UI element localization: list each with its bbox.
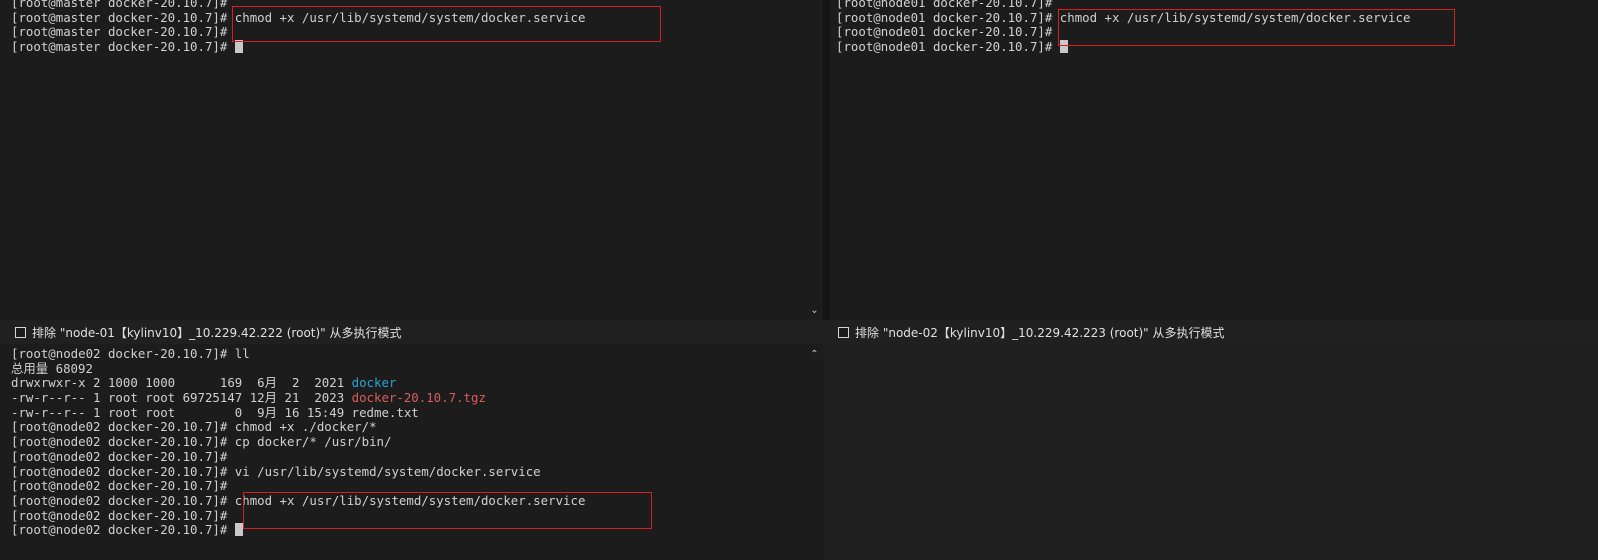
line-text: [root@node02 docker-20.10.7]# cp docker/… — [11, 434, 392, 450]
terminal-line: [root@master docker-20.10.7]# — [11, 39, 585, 55]
terminal-pane-node01[interactable]: [root@node01 docker-20.10.7]# [root@node0… — [830, 0, 1598, 320]
text-cursor — [234, 523, 243, 537]
line-text: -rw-r--r-- 1 root root 69725147 12月 21 2… — [11, 390, 352, 406]
multi-terminal-window: [root@master docker-20.10.7]# [root@maste… — [0, 0, 1598, 560]
line-text: 总用量 68092 — [11, 360, 93, 376]
terminal-line: [root@node02 docker-20.10.7]# ll — [11, 346, 585, 362]
line-text: [root@node02 docker-20.10.7]# chmod +x .… — [11, 419, 377, 435]
line-text: [root@node01 docker-20.10.7]# — [836, 0, 1053, 10]
directory-name: docker — [351, 375, 397, 391]
line-text: [root@node02 docker-20.10.7]# — [11, 522, 235, 538]
terminal-line: [root@node02 docker-20.10.7]# chmod +x .… — [11, 420, 585, 435]
pane-divider[interactable] — [823, 0, 830, 320]
exclude-checkbox[interactable] — [838, 326, 849, 338]
line-text: -rw-r--r-- 1 root root 0 9月 16 15:49 red… — [11, 404, 419, 420]
terminal-line: [root@node02 docker-20.10.7]# — [11, 448, 585, 465]
highlight-box — [243, 492, 652, 529]
archive-name: docker-20.10.7.tgz — [351, 390, 486, 406]
terminal-line: -rw-r--r-- 1 root root 69725147 12月 21 2… — [11, 390, 585, 406]
terminal-line: [root@node02 docker-20.10.7]# vi /usr/li… — [11, 463, 585, 480]
scrollbar-master[interactable]: ⌄ — [806, 0, 823, 320]
terminal-line: -rw-r--r-- 1 root root 0 9月 16 15:49 red… — [11, 404, 585, 421]
highlight-box — [232, 6, 661, 42]
scroll-up-arrow[interactable]: ⌃ — [809, 349, 820, 360]
exclude-label: 排除 "node-01【kylinv10】_10.229.42.222 (roo… — [32, 325, 402, 340]
terminal-pane-empty[interactable] — [823, 344, 1598, 560]
line-text: [root@master docker-20.10.7]# — [11, 24, 228, 40]
line-text: [root@node02 docker-20.10.7]# — [11, 478, 228, 494]
exclude-from-multi-exec-bar-node01: 排除 "node-01【kylinv10】_10.229.42.222 (roo… — [0, 320, 823, 344]
line-text: [root@master docker-20.10.7]# — [11, 39, 235, 55]
line-text: drwxrwxr-x 2 1000 1000 169 6月 2 2021 — [11, 375, 352, 391]
terminal-pane-node02[interactable]: [root@node02 docker-20.10.7]# ll 总用量 6809… — [0, 344, 806, 560]
exclude-label: 排除 "node-02【kylinv10】_10.229.42.223 (roo… — [855, 325, 1225, 340]
exclude-from-multi-exec-bar-node02: 排除 "node-02【kylinv10】_10.229.42.223 (roo… — [823, 320, 1598, 344]
text-cursor — [234, 40, 243, 54]
scrollbar-node02[interactable]: ⌃ — [806, 344, 823, 560]
line-text: [root@node01 docker-20.10.7]# — [836, 39, 1060, 55]
exclude-checkbox[interactable] — [15, 326, 26, 338]
line-text: [root@node02 docker-20.10.7]# ll — [11, 346, 250, 361]
line-text: [root@node02 docker-20.10.7]# — [11, 448, 228, 464]
line-text: [root@master docker-20.10.7]# — [11, 0, 228, 10]
terminal-pane-master[interactable]: [root@master docker-20.10.7]# [root@maste… — [0, 0, 806, 320]
line-text: [root@node01 docker-20.10.7]# — [836, 24, 1053, 40]
highlight-box — [1058, 9, 1455, 46]
terminal-line: [root@node02 docker-20.10.7]# cp docker/… — [11, 434, 585, 450]
line-text: [root@node02 docker-20.10.7]# — [11, 507, 228, 523]
terminal-line: drwxrwxr-x 2 1000 1000 169 6月 2 2021 doc… — [11, 376, 585, 391]
terminal-line: 总用量 68092 — [11, 360, 585, 377]
scroll-down-arrow[interactable]: ⌄ — [809, 305, 820, 316]
line-text: [root@node02 docker-20.10.7]# vi /usr/li… — [11, 463, 541, 479]
